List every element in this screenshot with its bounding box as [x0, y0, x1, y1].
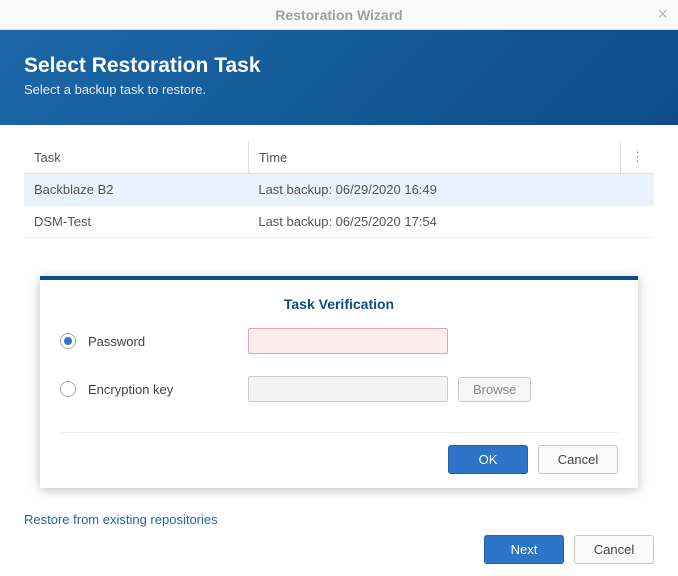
modal-title: Task Verification — [60, 296, 618, 312]
task-time: Last backup: 06/29/2020 16:49 — [248, 174, 654, 206]
wizard-header: Select Restoration Task Select a backup … — [0, 30, 678, 125]
window-title: Restoration Wizard — [275, 7, 402, 23]
window-titlebar: Restoration Wizard × — [0, 0, 678, 30]
restore-existing-link[interactable]: Restore from existing repositories — [24, 512, 218, 527]
modal-cancel-button[interactable]: Cancel — [538, 445, 618, 474]
encryption-key-label: Encryption key — [88, 382, 248, 397]
close-icon[interactable]: × — [657, 4, 668, 25]
task-list-section: Task Time ⋮ Backblaze B2 Last backup: 06… — [0, 125, 678, 242]
page-title: Select Restoration Task — [24, 54, 654, 78]
restore-existing-row: Restore from existing repositories — [0, 500, 242, 539]
task-time: Last backup: 06/25/2020 17:54 — [248, 206, 654, 238]
page-subtitle: Select a backup task to restore. — [24, 82, 654, 97]
task-name: DSM-Test — [24, 206, 248, 238]
table-row[interactable]: Backblaze B2 Last backup: 06/29/2020 16:… — [24, 174, 654, 206]
cancel-button[interactable]: Cancel — [574, 535, 654, 564]
encryption-key-radio[interactable] — [60, 381, 76, 397]
browse-button[interactable]: Browse — [458, 377, 531, 402]
password-radio[interactable] — [60, 333, 76, 349]
table-row[interactable]: DSM-Test Last backup: 06/25/2020 17:54 — [24, 206, 654, 238]
column-header-task[interactable]: Task — [24, 141, 248, 174]
encryption-key-input — [248, 376, 448, 402]
task-table: Task Time ⋮ Backblaze B2 Last backup: 06… — [24, 141, 654, 238]
password-option-row: Password — [60, 328, 618, 354]
task-verification-panel: Task Verification Password Encryption ke… — [40, 276, 638, 488]
next-button[interactable]: Next — [484, 535, 564, 564]
wizard-footer: Next Cancel — [484, 535, 654, 564]
encryption-key-option-row: Encryption key Browse — [60, 376, 618, 402]
column-header-time[interactable]: Time — [248, 141, 620, 174]
ok-button[interactable]: OK — [448, 445, 528, 474]
password-input[interactable] — [248, 328, 448, 354]
task-name: Backblaze B2 — [24, 174, 248, 206]
password-label: Password — [88, 334, 248, 349]
column-header-more-icon[interactable]: ⋮ — [621, 141, 655, 174]
modal-footer: OK Cancel — [60, 432, 618, 474]
